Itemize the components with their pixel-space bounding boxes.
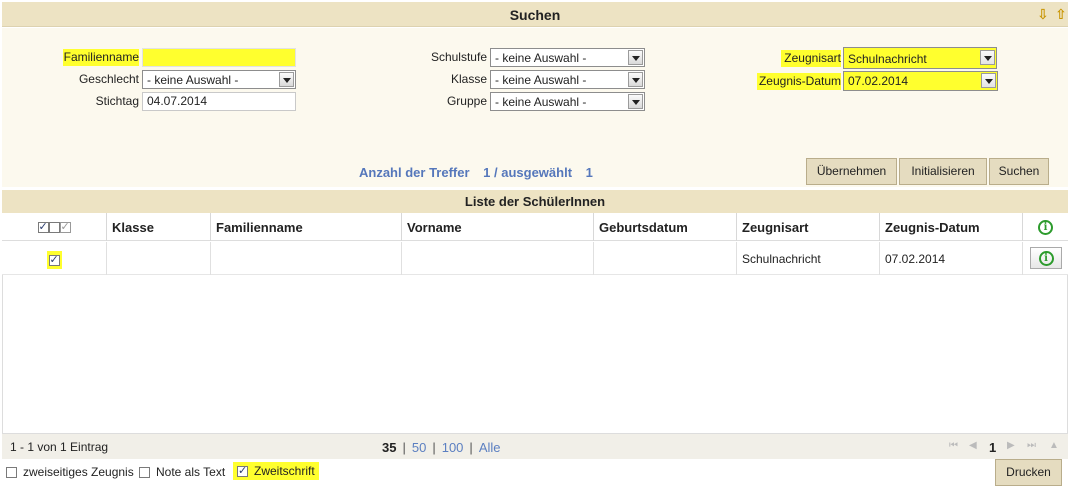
page-size-50[interactable]: 50 [412,440,426,455]
zeugnisart-label: Zeugnisart [781,50,841,67]
pager-info: 1 - 1 von 1 Eintrag [10,440,109,454]
uebernehmen-button[interactable]: Übernehmen [806,158,897,185]
info-icon: i [1038,220,1053,235]
select-all-checkbox[interactable] [37,220,49,234]
chevron-down-icon[interactable] [980,50,995,65]
cell-klasse [107,242,211,275]
select-none-checkbox[interactable] [48,222,60,234]
chevron-down-icon[interactable] [628,72,643,87]
info-column: i [1023,213,1068,241]
zweitschrift-option[interactable]: Zweitschrift [233,462,319,480]
select-all-column [2,213,107,241]
schulstufe-select[interactable]: - keine Auswahl - [490,48,645,67]
column-klasse[interactable]: Klasse [107,213,211,241]
footer: zweiseitiges Zeugnis Note als Text Zweit… [2,459,1068,487]
cell-geburtsdatum [594,242,737,275]
info-icon: i [1038,251,1054,266]
zweiseitig-label: zweiseitiges Zeugnis [23,465,134,479]
first-page-icon[interactable]: ⏮ [949,440,958,451]
klasse-select[interactable]: - keine Auswahl - [490,70,645,89]
zeugnisart-value: Schulnachricht [848,52,927,66]
arrow-up-icon[interactable]: ⇧ [1054,6,1068,22]
row-select-cell [2,242,107,275]
column-familienname[interactable]: Familienname [211,213,402,241]
row-checkbox[interactable] [48,253,60,267]
klasse-label: Klasse [450,72,487,86]
page-size-all[interactable]: Alle [479,440,501,455]
schulstufe-value: - keine Auswahl - [495,51,587,65]
note-als-text-label: Note als Text [156,465,226,479]
gruppe-value: - keine Auswahl - [495,95,587,109]
note-als-text-option[interactable]: Note als Text [139,465,225,479]
geschlecht-value: - keine Auswahl - [147,73,239,87]
page-size-35[interactable]: 35 [382,440,396,455]
table-row[interactable]: Schulnachricht 07.02.2014 i [2,242,1068,275]
cell-zeugnisart: Schulnachricht [737,242,880,275]
pager: 1 - 1 von 1 Eintrag 35 | 50 | 100 | Alle ⏮ ◀ 1… [2,433,1068,459]
grid-body [2,275,1068,433]
geschlecht-select[interactable]: - keine Auswahl - [142,70,296,89]
selected-count-value: 1 [585,165,593,180]
hit-count: Anzahl der Treffer 1 / ausgewählt 1 [359,165,603,180]
prev-page-icon[interactable]: ◀ [969,440,977,451]
zeugnis-datum-value: 07.02.2014 [848,74,909,88]
schulstufe-label: Schulstufe [430,50,487,64]
column-zeugnisart[interactable]: Zeugnisart [737,213,880,241]
table-header: Klasse Familienname Vorname Geburtsdatum… [2,213,1068,241]
zweiseitig-checkbox[interactable] [6,467,17,479]
gruppe-select[interactable]: - keine Auswahl - [490,92,645,111]
cell-familienname [211,242,402,275]
print-button[interactable]: Drucken [995,459,1062,486]
current-page[interactable]: 1 [989,440,996,455]
column-zeugnis-datum[interactable]: Zeugnis-Datum [880,213,1023,241]
panel-title: Suchen [509,7,561,23]
invert-selection-checkbox[interactable] [59,220,71,234]
stichtag-input[interactable]: 04.07.2014 [142,92,296,111]
next-page-icon[interactable]: ▶ [1007,440,1015,451]
familienname-label: Familienname [63,49,139,66]
row-checkbox-highlight [46,251,62,269]
chevron-down-icon[interactable] [628,94,643,109]
zweitschrift-checkbox[interactable] [237,464,248,478]
familienname-input[interactable] [142,48,296,67]
stichtag-label: Stichtag [95,94,139,108]
zeugnis-datum-label: Zeugnis-Datum [757,73,841,90]
chevron-down-icon[interactable] [628,50,643,65]
column-geburtsdatum[interactable]: Geburtsdatum [594,213,737,241]
chevron-down-icon[interactable] [981,73,996,88]
page-size-100[interactable]: 100 [442,440,464,455]
cell-zeugnis-datum: 07.02.2014 [880,242,1023,275]
list-header: Liste der SchülerInnen [2,190,1068,213]
zweitschrift-label: Zweitschrift [254,464,315,478]
cell-vorname [402,242,594,275]
last-page-icon[interactable]: ⏭ [1027,440,1036,451]
initialisieren-button[interactable]: Initialisieren [899,158,987,185]
column-vorname[interactable]: Vorname [402,213,594,241]
geschlecht-label: Geschlecht [78,72,139,86]
suchen-button[interactable]: Suchen [989,158,1049,185]
row-info-button[interactable]: i [1030,247,1062,269]
page-size-selector: 35 | 50 | 100 | Alle [382,440,501,455]
arrow-down-icon[interactable]: ⇩ [1036,6,1050,22]
list-title: Liste der SchülerInnen [464,194,606,209]
scroll-top-icon[interactable]: ▲ [1049,440,1059,451]
klasse-value: - keine Auswahl - [495,73,587,87]
zweiseitig-option[interactable]: zweiseitiges Zeugnis [6,465,134,479]
gruppe-label: Gruppe [446,94,487,108]
hit-count-value: 1 / ausgewählt [483,165,573,180]
search-panel-header: Suchen ⇩ ⇧ [2,2,1068,27]
hit-count-label: Anzahl der Treffer [359,165,470,180]
note-als-text-checkbox[interactable] [139,467,150,479]
zeugnisart-select[interactable]: Schulnachricht [843,47,997,69]
chevron-down-icon[interactable] [279,72,294,87]
zeugnis-datum-select[interactable]: 07.02.2014 [843,71,998,91]
